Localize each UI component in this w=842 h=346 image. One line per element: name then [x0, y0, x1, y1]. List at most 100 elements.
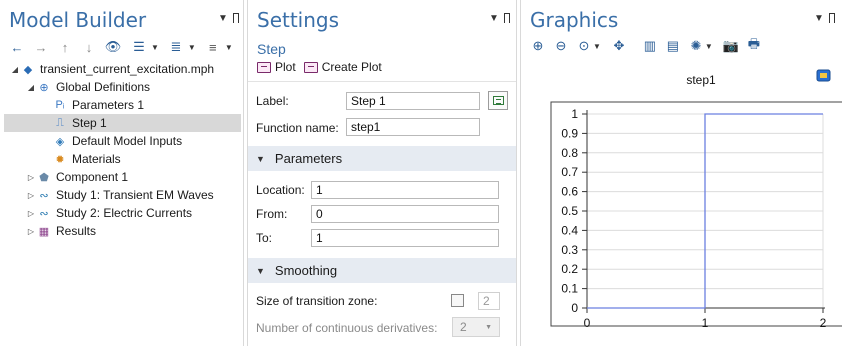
- tree-item[interactable]: ▷ ▦ Results: [4, 222, 241, 240]
- derivatives-value: 2: [460, 320, 467, 334]
- collapse-arrow-icon[interactable]: ◢: [26, 83, 36, 92]
- tree-item-label: Global Definitions: [56, 80, 151, 94]
- tree-item[interactable]: ▷ ∾ Study 1: Transient EM Waves: [4, 186, 241, 204]
- plot-frame: [550, 101, 842, 327]
- forward-arrow-icon[interactable]: →: [32, 39, 50, 55]
- y-tick-label: 0.8: [561, 146, 578, 160]
- parameters-section-header[interactable]: ▼ Parameters: [248, 146, 516, 171]
- chevron-down-icon[interactable]: ▼: [705, 42, 713, 51]
- chevron-down-icon[interactable]: ▼: [593, 42, 601, 51]
- results-icon: ▦: [38, 225, 50, 238]
- settings-title: Settings: [257, 8, 340, 32]
- function-name-label: Function name:: [256, 121, 339, 135]
- derivatives-select[interactable]: 2 ▼: [452, 317, 500, 337]
- zoom-box-icon[interactable]: ⊙: [575, 38, 593, 54]
- collapse-icon[interactable]: ≣: [165, 39, 187, 55]
- tree-item-label: Materials: [72, 152, 121, 166]
- tree-item-label: Study 2: Electric Currents: [56, 206, 193, 220]
- tree-item[interactable]: ✹ Materials: [4, 150, 241, 168]
- back-arrow-icon[interactable]: ←: [8, 39, 26, 55]
- move-up-icon[interactable]: ↑: [56, 39, 74, 55]
- tree-item-label: Study 1: Transient EM Waves: [56, 188, 214, 202]
- component-icon: ⬟: [39, 171, 49, 184]
- from-label: From:: [256, 207, 288, 221]
- panel-menu-icon[interactable]: ▼: [218, 13, 228, 24]
- plot-area[interactable]: step1 0 0.1 0.2 0.3 0.4 0.5 0.6 0.7 0.8 0.9 1 0 1 2: [521, 60, 842, 346]
- location-input[interactable]: [311, 181, 499, 199]
- tree-item[interactable]: ◢ ⊕ Global Definitions: [4, 78, 241, 96]
- chevron-down-icon[interactable]: ▼: [151, 43, 159, 52]
- label-input[interactable]: [346, 92, 480, 110]
- expand-sections-icon[interactable]: ☰: [128, 39, 150, 55]
- zoom-out-icon[interactable]: ⊖: [552, 38, 570, 54]
- collapse-arrow-icon[interactable]: ◢: [10, 65, 20, 74]
- step-function-icon: ⎍: [56, 116, 64, 129]
- plot-buttons: Plot Create Plot: [257, 60, 382, 74]
- x-tick-label: 2: [820, 316, 827, 330]
- tree-item-label: transient_current_excitation.mph: [40, 62, 215, 76]
- zoom-extents-icon[interactable]: ✥: [610, 38, 628, 54]
- model-tree: ◢ ◆ transient_current_excitation.mph ◢ ⊕ Glob…: [4, 60, 241, 240]
- y-tick-label: 0.4: [561, 223, 578, 237]
- function-name-input[interactable]: [346, 118, 480, 136]
- label-field-label: Label:: [256, 94, 289, 108]
- tree-item-label: Parameters 1: [72, 98, 145, 112]
- tree-item[interactable]: Pᵢ Parameters 1: [4, 96, 241, 114]
- transition-zone-input[interactable]: 2: [478, 292, 500, 310]
- chevron-down-icon[interactable]: ▼: [188, 43, 196, 52]
- camera-icon[interactable]: 📷: [722, 38, 740, 54]
- plot-icon: [257, 61, 271, 73]
- panel-menu-icon[interactable]: ▼: [489, 13, 499, 24]
- step-chart: step1 0 0.1 0.2 0.3 0.4 0.5 0.6 0.7 0.8 0.9 1 0 1 2: [550, 69, 842, 330]
- y-tick-label: 1: [571, 107, 578, 121]
- create-plot-button[interactable]: Create Plot: [303, 60, 382, 74]
- print-icon[interactable]: 🖶: [745, 36, 763, 54]
- color-legend-icon-inner: [820, 73, 827, 78]
- expand-arrow-icon[interactable]: ▷: [26, 209, 36, 218]
- y-tick-label: 0.3: [561, 243, 578, 257]
- expand-arrow-icon[interactable]: ▷: [26, 173, 36, 182]
- tree-item[interactable]: ⎍ Step 1: [4, 114, 241, 132]
- show-icon[interactable]: 👁: [104, 39, 122, 55]
- transition-zone-checkbox[interactable]: [451, 294, 464, 307]
- globe-icon: ⊕: [39, 81, 49, 94]
- collapse-caret-icon: ▼: [256, 153, 265, 164]
- pin-icon[interactable]: [504, 13, 510, 23]
- tree-item-label: Component 1: [56, 170, 129, 184]
- model-builder-title: Model Builder: [9, 8, 147, 32]
- zoom-in-icon[interactable]: ⊕: [529, 38, 547, 54]
- graphics-toolbar: ⊕ ⊖ ⊙ ▼ ✥ ▥ ▤ ✺ ▼ 📷 🖶: [529, 36, 763, 54]
- x-tick-label: 1: [702, 316, 709, 330]
- expand-arrow-icon[interactable]: ▷: [26, 191, 36, 200]
- panel-menu-icon[interactable]: ▼: [814, 13, 824, 24]
- expand-arrow-icon[interactable]: ▷: [26, 227, 36, 236]
- label-settings-button[interactable]: [488, 91, 508, 110]
- smoothing-section-header[interactable]: ▼ Smoothing: [248, 258, 516, 283]
- model-builder-toolbar: ← → ↑ ↓ 👁 ☰ ▼ ≣ ▼ ≡ ▼: [8, 38, 233, 56]
- derivatives-label: Number of continuous derivatives:: [256, 321, 438, 335]
- divider: [248, 81, 516, 82]
- tree-view-icon[interactable]: ≡: [202, 39, 224, 55]
- move-down-icon[interactable]: ↓: [80, 39, 98, 55]
- from-input[interactable]: [311, 205, 499, 223]
- pin-icon[interactable]: [829, 13, 835, 23]
- tree-item-label: Results: [56, 224, 97, 238]
- chevron-down-icon[interactable]: ▼: [225, 43, 233, 52]
- lines-icon[interactable]: ▤: [664, 38, 682, 54]
- study-icon: ∾: [39, 189, 49, 202]
- tree-item[interactable]: ▷ ∾ Study 2: Electric Currents: [4, 204, 241, 222]
- tree-item[interactable]: ◈ Default Model Inputs: [4, 132, 241, 150]
- to-input[interactable]: [311, 229, 499, 247]
- scene-light-icon[interactable]: ✺: [687, 38, 705, 54]
- comment-icon: [492, 96, 504, 105]
- y-tick-label: 0.7: [561, 165, 578, 179]
- plot-button[interactable]: Plot: [257, 60, 296, 74]
- model-icon: ◆: [23, 63, 33, 76]
- create-plot-button-label: Create Plot: [321, 60, 382, 74]
- tree-item-label: Default Model Inputs: [72, 134, 183, 148]
- tree-item[interactable]: ▷ ⬟ Component 1: [4, 168, 241, 186]
- pin-icon[interactable]: [233, 13, 239, 23]
- grid-icon[interactable]: ▥: [641, 38, 659, 54]
- tree-item[interactable]: ◢ ◆ transient_current_excitation.mph: [4, 60, 241, 78]
- y-tick-label: 0.5: [561, 204, 578, 218]
